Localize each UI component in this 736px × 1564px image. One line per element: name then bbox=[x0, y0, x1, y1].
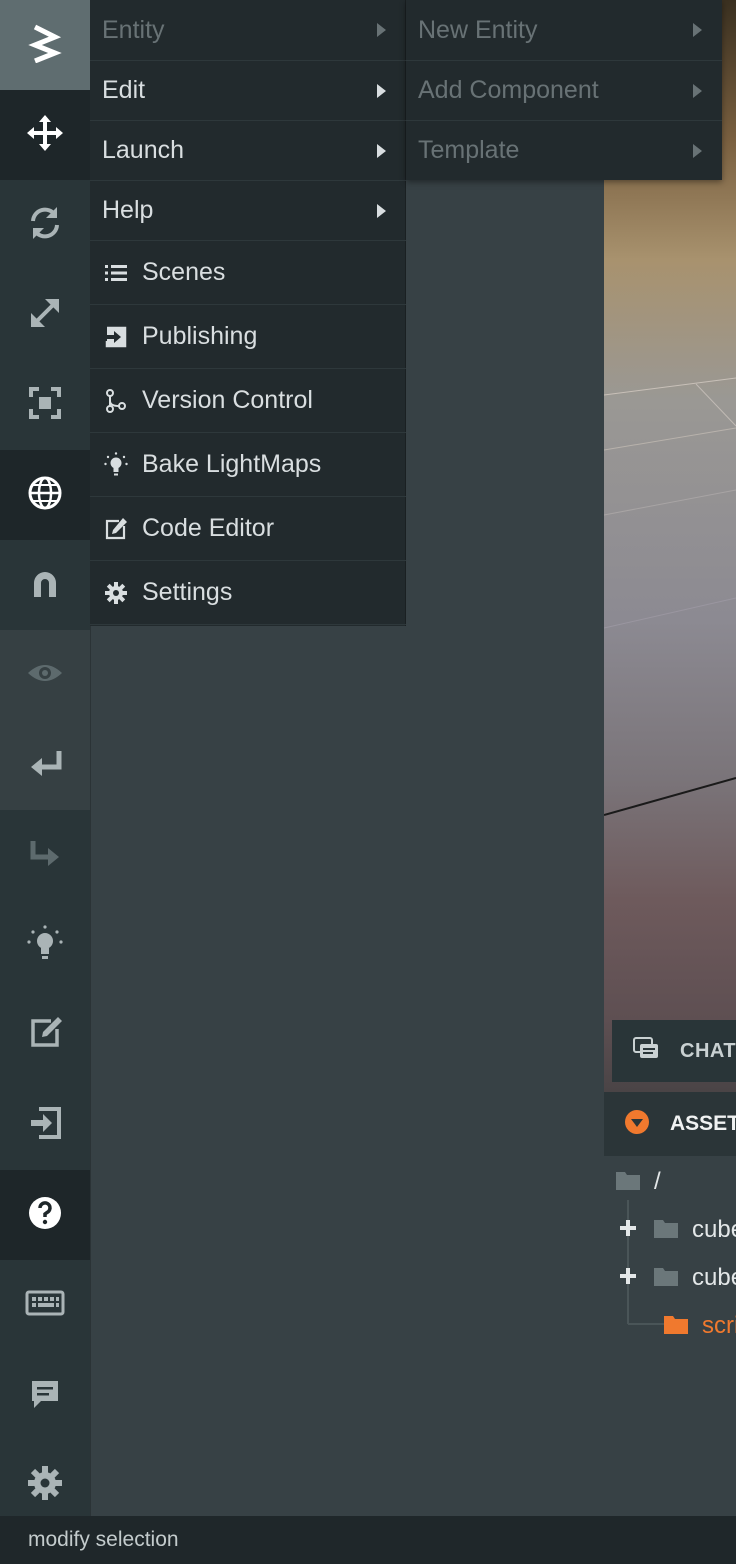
keyboard-shortcuts-button[interactable] bbox=[0, 1260, 90, 1350]
submenu-arrow-icon bbox=[693, 83, 702, 98]
menu-item-bake-lightmaps[interactable]: Bake LightMaps bbox=[90, 433, 406, 497]
submenu-item-add-component[interactable]: Add Component bbox=[406, 61, 722, 121]
assets-panel: ASSETS / cube cube scripts bbox=[604, 1092, 736, 1516]
chat-button[interactable] bbox=[0, 1350, 90, 1440]
lightbulb-icon bbox=[25, 923, 65, 968]
menu-item-version-control[interactable]: Version Control bbox=[90, 369, 406, 433]
lightbulb-icon bbox=[104, 451, 128, 477]
expand-plus-icon[interactable] bbox=[618, 1218, 638, 1243]
submenu-arrow-icon bbox=[377, 23, 386, 37]
menu-item-scenes[interactable]: Scenes bbox=[90, 241, 406, 305]
submenu-arrow-icon bbox=[377, 203, 386, 218]
menu-item-publishing[interactable]: Publishing bbox=[90, 305, 406, 369]
code-editor-button[interactable] bbox=[0, 990, 90, 1080]
undo-button[interactable] bbox=[0, 720, 90, 810]
tree-item-label: cube bbox=[692, 1264, 736, 1291]
keyboard-icon bbox=[25, 1283, 65, 1328]
submenu-arrow-icon bbox=[377, 83, 386, 98]
bake-lightmaps-button[interactable] bbox=[0, 900, 90, 990]
publish-button[interactable] bbox=[0, 1080, 90, 1170]
left-toolbar bbox=[0, 0, 90, 1516]
tree-item-label: scripts bbox=[702, 1312, 736, 1339]
translate-icon bbox=[25, 113, 65, 158]
tree-lines bbox=[627, 1200, 664, 1325]
menu-item-label: Code Editor bbox=[142, 514, 275, 542]
world-space-toggle[interactable] bbox=[0, 450, 90, 540]
folder-icon bbox=[654, 1218, 678, 1243]
logo-icon bbox=[25, 23, 65, 68]
tree-item-folder-selected[interactable]: scripts bbox=[664, 1308, 736, 1344]
folder-icon bbox=[654, 1266, 678, 1291]
rotate-tool[interactable] bbox=[0, 180, 90, 270]
scale-icon bbox=[25, 293, 65, 338]
menu-item-help[interactable]: Help bbox=[90, 181, 406, 241]
code-editor-icon bbox=[25, 1013, 65, 1058]
gear-icon bbox=[104, 581, 128, 605]
redo-button[interactable] bbox=[0, 810, 90, 900]
menu-item-label: Bake LightMaps bbox=[142, 450, 322, 478]
expand-plus-icon[interactable] bbox=[618, 1266, 638, 1291]
tree-item-folder[interactable]: cube bbox=[618, 1212, 736, 1248]
menu-item-code-editor[interactable]: Code Editor bbox=[90, 497, 406, 561]
submenu-arrow-icon bbox=[693, 23, 702, 37]
editor-app: CHAT ASSETS / cube cube bbox=[0, 0, 736, 1564]
scale-tool[interactable] bbox=[0, 270, 90, 360]
publish-icon bbox=[25, 1103, 65, 1148]
chat-icon bbox=[25, 1373, 65, 1418]
menu-item-edit[interactable]: Edit bbox=[90, 61, 406, 121]
menu-item-launch[interactable]: Launch bbox=[90, 121, 406, 181]
status-bar: modify selection bbox=[0, 1516, 736, 1564]
settings-icon bbox=[25, 1463, 65, 1508]
submenu-arrow-icon bbox=[377, 143, 386, 158]
redo-icon bbox=[25, 833, 65, 878]
publish-icon bbox=[104, 325, 128, 349]
tree-item-label: cube bbox=[692, 1216, 736, 1243]
menu-item-label: Template bbox=[418, 136, 520, 164]
code-editor-icon bbox=[104, 517, 128, 541]
submenu-arrow-icon bbox=[693, 143, 702, 158]
menu-item-label: Help bbox=[102, 196, 154, 224]
chat-label: CHAT bbox=[680, 1039, 736, 1062]
main-menu: Entity Edit Launch Help Scenes Publishin… bbox=[90, 0, 406, 626]
menu-item-label: Scenes bbox=[142, 258, 226, 286]
help-icon bbox=[25, 1193, 65, 1238]
status-text: modify selection bbox=[28, 1528, 179, 1551]
menu-item-entity[interactable]: Entity bbox=[90, 0, 406, 61]
submenu-item-template[interactable]: Template bbox=[406, 121, 722, 180]
menu-item-label: Version Control bbox=[142, 386, 313, 414]
menu-item-label: Launch bbox=[102, 136, 185, 164]
menu-item-label: Edit bbox=[102, 76, 146, 104]
submenu-item-new-entity[interactable]: New Entity bbox=[406, 0, 722, 61]
menu-item-label: Add Component bbox=[418, 76, 599, 104]
resize-tool[interactable] bbox=[0, 360, 90, 450]
menu-item-label: New Entity bbox=[418, 15, 538, 44]
list-icon bbox=[104, 261, 128, 285]
logo-button[interactable] bbox=[0, 0, 90, 90]
tree-item-folder[interactable]: cube bbox=[618, 1260, 736, 1296]
chat-icon bbox=[632, 1035, 660, 1068]
eye-icon bbox=[25, 653, 65, 698]
branch-icon bbox=[104, 388, 128, 413]
magnet-icon bbox=[25, 563, 65, 608]
entity-submenu: New Entity Add Component Template bbox=[406, 0, 722, 180]
snap-toggle[interactable] bbox=[0, 540, 90, 630]
resize-icon bbox=[25, 383, 65, 428]
world-icon bbox=[25, 473, 65, 518]
menu-item-label: Entity bbox=[102, 15, 165, 44]
folder-icon bbox=[664, 1314, 688, 1339]
menu-item-label: Settings bbox=[142, 578, 233, 606]
menu-item-settings[interactable]: Settings bbox=[90, 561, 406, 625]
translate-tool[interactable] bbox=[0, 90, 90, 180]
view-toggle[interactable] bbox=[0, 630, 90, 720]
rotate-icon bbox=[25, 203, 65, 248]
undo-icon bbox=[25, 743, 65, 788]
menu-item-label: Publishing bbox=[142, 322, 258, 350]
help-button[interactable] bbox=[0, 1170, 90, 1260]
chat-panel-header[interactable]: CHAT bbox=[612, 1020, 736, 1082]
